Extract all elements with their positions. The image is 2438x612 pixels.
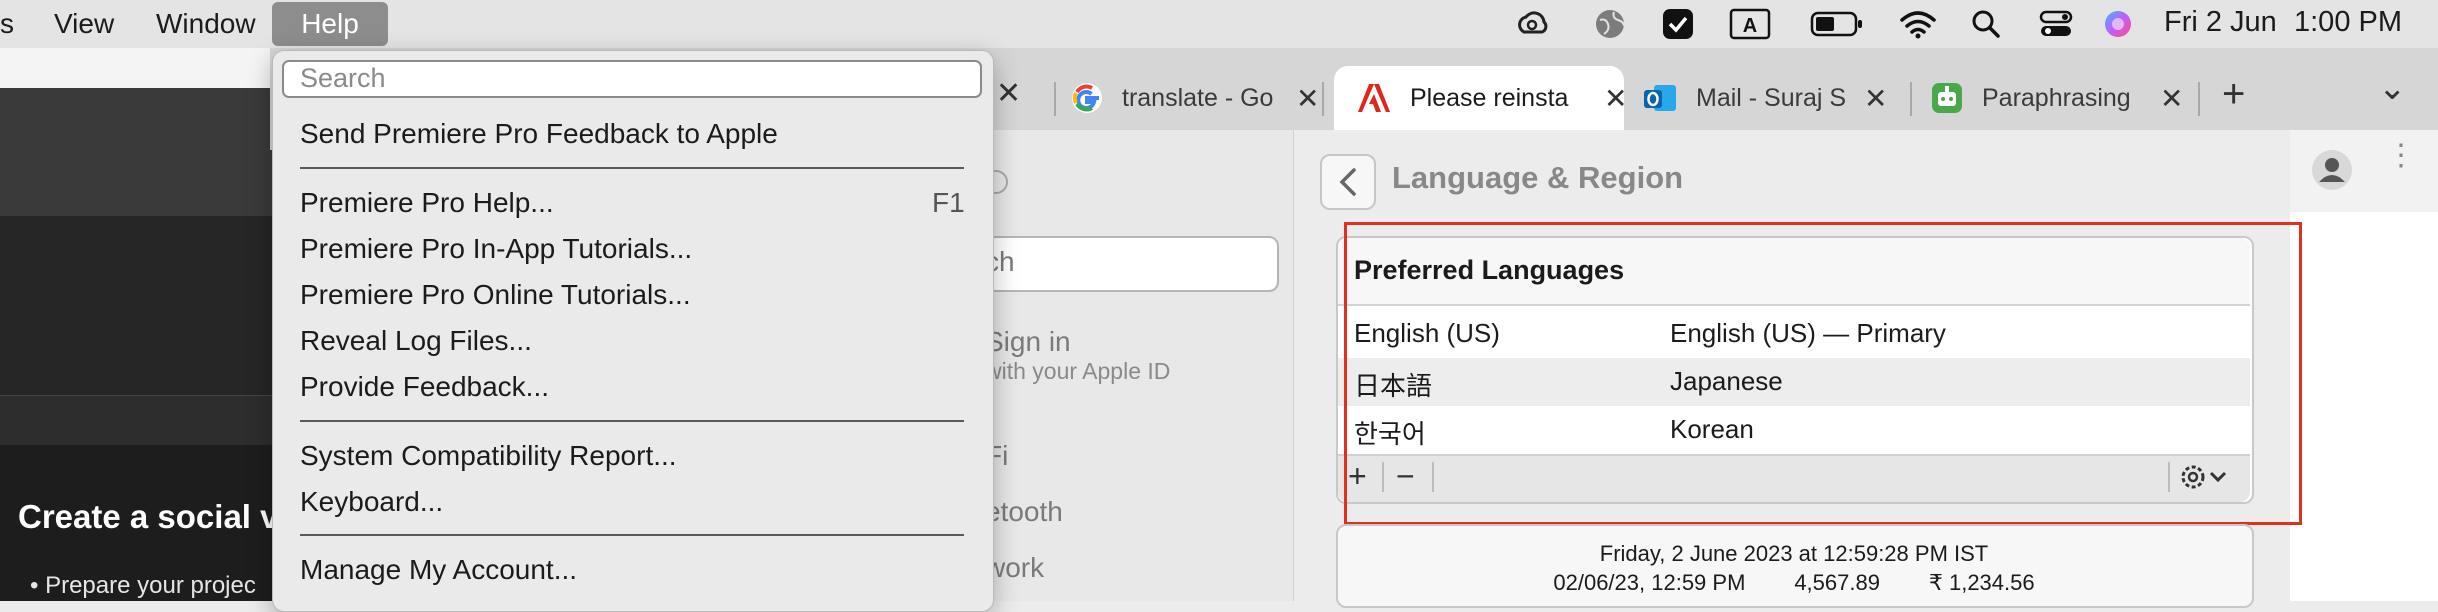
tab-separator (1910, 82, 1912, 116)
app-panel-band (0, 395, 275, 447)
number-preview: 4,567.89 (1794, 570, 1880, 595)
menu-item-send-feedback-apple[interactable]: Send Premiere Pro Feedback to Apple (300, 118, 778, 150)
outlook-icon (1644, 85, 1676, 111)
menu-item-in-app-tutorials[interactable]: Premiere Pro In-App Tutorials... (300, 233, 692, 265)
date-preview-long: Friday, 2 June 2023 at 12:59:28 PM IST (1599, 541, 1989, 566)
tab-close-icon[interactable]: ✕ (1604, 82, 1627, 115)
google-icon (1072, 83, 1102, 113)
tab-close-icon[interactable]: ✕ (2160, 82, 2183, 115)
adobe-icon (1358, 84, 1390, 112)
help-search-input[interactable] (282, 60, 982, 98)
keyboard-input-a-icon[interactable]: A (1728, 8, 1772, 40)
menu-item-keyboard[interactable]: Keyboard... (300, 486, 443, 518)
tab-separator (1322, 82, 1324, 116)
menu-separator (300, 534, 964, 536)
wifi-icon[interactable] (1898, 8, 1938, 40)
menu-item-manage-account[interactable]: Manage My Account... (300, 554, 577, 586)
back-button[interactable] (1320, 154, 1376, 210)
tab-translate[interactable]: translate - Go ✕ (1070, 70, 1319, 126)
profile-icon[interactable] (2310, 148, 2354, 197)
tutorial-bullet: • Prepare your projec (30, 572, 256, 599)
tab-mail[interactable]: Mail - Suraj S ✕ (1642, 70, 1887, 126)
tab-paraphrasing[interactable]: Paraphrasing ✕ (1930, 70, 2183, 126)
app-header-panel (0, 88, 275, 216)
highlight-annotation (1344, 222, 2302, 525)
globe-icon[interactable] (1590, 8, 1630, 40)
tutorial-heading: Create a social vic (18, 498, 307, 535)
chevron-left-icon (1339, 168, 1356, 196)
menu-separator (300, 420, 964, 422)
sidebar-sign-in-subtitle: with your Apple ID (985, 358, 1171, 384)
tab-label: Mail - Suraj S (1696, 83, 1846, 112)
menu-window[interactable]: Window (156, 8, 256, 40)
currency-preview: ₹ 1,234.56 (1928, 570, 2035, 595)
robot-icon (1932, 83, 1962, 113)
help-search-placeholder: Search (300, 63, 386, 93)
tab-close-icon[interactable]: ✕ (1864, 82, 1887, 115)
menu-item-partial[interactable]: s (0, 8, 14, 40)
tab-separator (2198, 82, 2200, 116)
date-preview-short-date: 02/06/23, 12:59 PM (1553, 570, 1746, 595)
creative-cloud-icon[interactable] (1512, 8, 1552, 40)
tab-label: Paraphrasing (1982, 83, 2131, 112)
settings-search-input[interactable] (985, 236, 1279, 292)
menubar-date[interactable]: Fri 2 Jun (2164, 6, 2277, 39)
tutorial-bullet-text: Prepare your projec (45, 572, 256, 599)
menu-item-premiere-help[interactable]: Premiere Pro Help... (300, 187, 554, 219)
search-icon[interactable] (1968, 8, 2004, 40)
tab-close-icon[interactable]: ✕ (996, 76, 1021, 111)
checkmark-icon[interactable] (1660, 8, 1696, 40)
svg-text:A: A (1743, 15, 1757, 37)
page-title: Language & Region (1392, 160, 1684, 195)
menu-shortcut-f1: F1 (932, 187, 965, 218)
menu-item-provide-feedback[interactable]: Provide Feedback... (300, 371, 549, 403)
tab-label: Please reinsta (1410, 83, 1569, 112)
menubar-time[interactable]: 1:00 PM (2294, 6, 2402, 39)
siri-icon[interactable] (2100, 8, 2136, 40)
app-toolbar-strip (0, 48, 275, 88)
menu-separator (300, 167, 964, 169)
battery-icon[interactable] (1810, 8, 1864, 40)
tab-close-icon[interactable]: ✕ (1296, 82, 1319, 115)
sidebar-sign-in[interactable]: Sign in (985, 326, 1071, 358)
menu-item-reveal-log-files[interactable]: Reveal Log Files... (300, 325, 532, 357)
browser-menu-icon[interactable]: ⋮ (2386, 141, 2416, 171)
control-center-icon[interactable] (2036, 8, 2076, 40)
tab-adobe-active[interactable]: Please reinsta ✕ (1356, 70, 1627, 126)
tab-label: translate - Go (1122, 83, 1274, 112)
sidebar-item-bluetooth[interactable]: etooth (985, 496, 1063, 528)
menu-item-online-tutorials[interactable]: Premiere Pro Online Tutorials... (300, 279, 691, 311)
menu-help[interactable]: Help (272, 2, 388, 46)
new-tab-button[interactable]: + (2222, 72, 2245, 117)
menu-view[interactable]: View (54, 8, 114, 40)
tab-list-button[interactable]: ⌄ (2378, 68, 2407, 108)
tab-separator (1054, 82, 1056, 116)
menu-item-system-compatibility[interactable]: System Compatibility Report... (300, 440, 677, 472)
date-preview-short: 02/06/23, 12:59 PM 4,567.89 ₹ 1,234.56 (1336, 570, 2252, 596)
